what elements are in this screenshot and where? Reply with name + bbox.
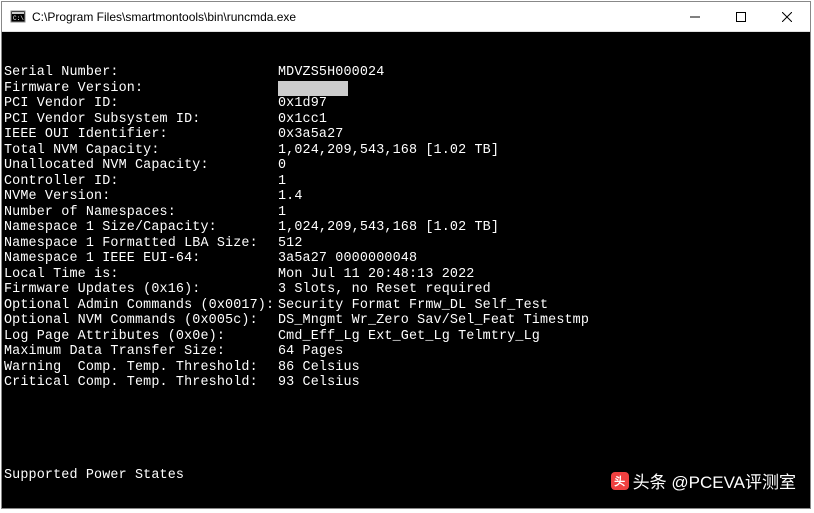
info-value: 1,024,209,543,168 [1.02 TB] bbox=[278, 143, 808, 159]
info-label: Number of Namespaces: bbox=[4, 205, 278, 221]
info-row: Optional Admin Commands (0x0017):Securit… bbox=[4, 298, 808, 314]
info-value: 0x1d97 bbox=[278, 96, 808, 112]
window-title: C:\Program Files\smartmontools\bin\runcm… bbox=[32, 10, 296, 24]
info-label: Namespace 1 Formatted LBA Size: bbox=[4, 236, 278, 252]
svg-text:C:\: C:\ bbox=[13, 15, 24, 22]
info-row: Warning Comp. Temp. Threshold:86 Celsius bbox=[4, 360, 808, 376]
info-label: Local Time is: bbox=[4, 267, 278, 283]
blank-line bbox=[4, 422, 808, 438]
info-row: PCI Vendor Subsystem ID:0x1cc1 bbox=[4, 112, 808, 128]
watermark: 头 头条 @PCEVA评测室 bbox=[611, 468, 796, 493]
info-label: Serial Number: bbox=[4, 65, 278, 81]
info-label: Log Page Attributes (0x0e): bbox=[4, 329, 278, 345]
app-window: C:\ C:\Program Files\smartmontools\bin\r… bbox=[1, 1, 811, 509]
info-value: 3 Slots, no Reset required bbox=[278, 282, 808, 298]
info-row: Critical Comp. Temp. Threshold:93 Celsiu… bbox=[4, 375, 808, 391]
info-row: Controller ID:1 bbox=[4, 174, 808, 190]
info-value: 93 Celsius bbox=[278, 375, 808, 391]
close-button[interactable] bbox=[764, 2, 810, 32]
info-label: Controller ID: bbox=[4, 174, 278, 190]
info-label: Firmware Version: bbox=[4, 81, 278, 97]
info-label: Optional Admin Commands (0x0017): bbox=[4, 298, 278, 314]
info-value: 86 Celsius bbox=[278, 360, 808, 376]
watermark-logo-icon: 头 bbox=[611, 472, 629, 490]
info-label: NVMe Version: bbox=[4, 189, 278, 205]
info-label: Namespace 1 IEEE EUI-64: bbox=[4, 251, 278, 267]
info-label: Unallocated NVM Capacity: bbox=[4, 158, 278, 174]
info-row: Namespace 1 IEEE EUI-64:3a5a27 000000004… bbox=[4, 251, 808, 267]
info-label: IEEE OUI Identifier: bbox=[4, 127, 278, 143]
console-output[interactable]: Serial Number:MDVZS5H000024Firmware Vers… bbox=[2, 32, 810, 508]
info-value: Cmd_Eff_Lg Ext_Get_Lg Telmtry_Lg bbox=[278, 329, 808, 345]
info-value: 0 bbox=[278, 158, 808, 174]
info-row: Maximum Data Transfer Size:64 Pages bbox=[4, 344, 808, 360]
info-row: Optional NVM Commands (0x005c):DS_Mngmt … bbox=[4, 313, 808, 329]
info-label: Namespace 1 Size/Capacity: bbox=[4, 220, 278, 236]
info-row: Firmware Updates (0x16):3 Slots, no Rese… bbox=[4, 282, 808, 298]
info-row: Namespace 1 Size/Capacity:1,024,209,543,… bbox=[4, 220, 808, 236]
watermark-text: 头条 @PCEVA评测室 bbox=[633, 468, 796, 493]
info-row: NVMe Version:1.4 bbox=[4, 189, 808, 205]
info-label: Optional NVM Commands (0x005c): bbox=[4, 313, 278, 329]
info-label: Maximum Data Transfer Size: bbox=[4, 344, 278, 360]
info-label: Firmware Updates (0x16): bbox=[4, 282, 278, 298]
maximize-button[interactable] bbox=[718, 2, 764, 32]
info-label: Critical Comp. Temp. Threshold: bbox=[4, 375, 278, 391]
info-value: 0x3a5a27 bbox=[278, 127, 808, 143]
info-row: Total NVM Capacity:1,024,209,543,168 [1.… bbox=[4, 143, 808, 159]
info-row: Serial Number:MDVZS5H000024 bbox=[4, 65, 808, 81]
info-row: Number of Namespaces:1 bbox=[4, 205, 808, 221]
info-row: Local Time is:Mon Jul 11 20:48:13 2022 bbox=[4, 267, 808, 283]
info-value: 1 bbox=[278, 205, 808, 221]
info-value: 512 bbox=[278, 236, 808, 252]
info-value: Security Format Frmw_DL Self_Test bbox=[278, 298, 808, 314]
info-label: Warning Comp. Temp. Threshold: bbox=[4, 360, 278, 376]
minimize-button[interactable] bbox=[672, 2, 718, 32]
info-value: MDVZS5H000024 bbox=[278, 65, 808, 81]
info-label: PCI Vendor ID: bbox=[4, 96, 278, 112]
info-row: IEEE OUI Identifier:0x3a5a27 bbox=[4, 127, 808, 143]
info-value bbox=[278, 81, 808, 97]
titlebar: C:\ C:\Program Files\smartmontools\bin\r… bbox=[2, 2, 810, 32]
info-value: 64 Pages bbox=[278, 344, 808, 360]
info-label: Total NVM Capacity: bbox=[4, 143, 278, 159]
info-value: 1.4 bbox=[278, 189, 808, 205]
info-value: Mon Jul 11 20:48:13 2022 bbox=[278, 267, 808, 283]
info-row: Unallocated NVM Capacity:0 bbox=[4, 158, 808, 174]
info-row: Firmware Version: bbox=[4, 81, 808, 97]
info-value: DS_Mngmt Wr_Zero Sav/Sel_Feat Timestmp bbox=[278, 313, 808, 329]
app-icon: C:\ bbox=[10, 9, 26, 25]
info-value: 0x1cc1 bbox=[278, 112, 808, 128]
info-row: PCI Vendor ID:0x1d97 bbox=[4, 96, 808, 112]
info-value: 1,024,209,543,168 [1.02 TB] bbox=[278, 220, 808, 236]
info-value: 1 bbox=[278, 174, 808, 190]
info-row: Log Page Attributes (0x0e):Cmd_Eff_Lg Ex… bbox=[4, 329, 808, 345]
info-row: Namespace 1 Formatted LBA Size:512 bbox=[4, 236, 808, 252]
info-label: PCI Vendor Subsystem ID: bbox=[4, 112, 278, 128]
info-value: 3a5a27 0000000048 bbox=[278, 251, 808, 267]
